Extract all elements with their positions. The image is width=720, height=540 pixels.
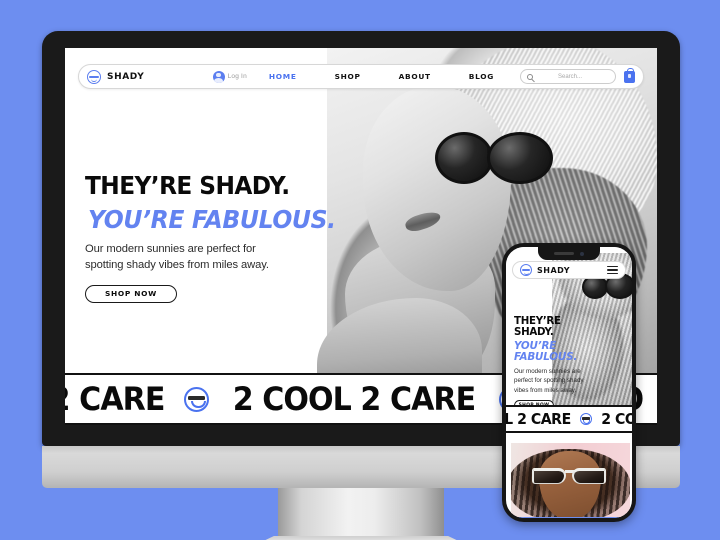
phone-mockup: SHADY THEY’RE SHADY. YOU’RE FABULOUS. Ou… [502, 243, 636, 522]
phone-screen-bottom-fill [506, 517, 632, 518]
phone-marquee-word: 2 COOL 2 [601, 409, 632, 428]
sunglass-lens-left [435, 132, 493, 184]
phone-shop-now-button[interactable]: SHOP NOW [514, 399, 554, 405]
site-navbar: SHADY Log In HOME SHOP ABOUT BLOG Search… [78, 64, 644, 89]
login-button[interactable]: Log In [212, 70, 247, 83]
search-placeholder: Search... [557, 73, 582, 80]
phone-speaker [554, 252, 574, 255]
phone-product-photo [511, 443, 630, 517]
search-input[interactable]: Search... [520, 69, 616, 84]
phone-shop-now-label: SHOP NOW [519, 403, 550, 405]
shop-now-label: SHOP NOW [104, 289, 157, 299]
product-photo-sunglasses [532, 466, 608, 486]
marquee-word: 2 CARE [65, 380, 165, 418]
nav-link-home[interactable]: HOME [269, 72, 297, 81]
nav-link-about[interactable]: ABOUT [399, 72, 431, 81]
screenshot-canvas: SHADY Log In HOME SHOP ABOUT BLOG Search… [0, 0, 720, 540]
marquee-word: 2 COOL 2 CARE [232, 380, 476, 418]
nav-link-blog[interactable]: BLOG [469, 72, 494, 81]
phone-marquee-track: L 2 CARE 2 COOL 2 [506, 409, 632, 428]
shopping-bag-icon[interactable] [624, 67, 635, 83]
hero-photo-sunglasses [435, 132, 563, 184]
sunglasses-circle-icon [87, 69, 101, 84]
phone-camera-icon [580, 251, 584, 256]
sunglasses-circle-icon [520, 264, 532, 276]
hero-headline-line2: YOU’RE FABULOUS. [88, 204, 336, 234]
hero-subhead-line1: Our modern sunnies are perfect for [85, 242, 256, 255]
phone-marquee-banner: L 2 CARE 2 COOL 2 [506, 405, 632, 433]
nav-links: HOME SHOP ABOUT BLOG [269, 72, 494, 81]
monitor-stand-neck [278, 488, 444, 540]
hero-photo-lips [403, 209, 443, 234]
brand-name: SHADY [107, 71, 145, 82]
hamburger-menu-icon[interactable] [607, 265, 618, 275]
phone-subhead-line2: perfect for spotting shady [514, 377, 584, 385]
product-lens-left [532, 468, 566, 484]
phone-brand-name: SHADY [537, 265, 570, 275]
nav-link-shop[interactable]: SHOP [335, 72, 361, 81]
login-label: Log In [227, 73, 247, 80]
phone-notch [538, 247, 600, 260]
shop-now-button[interactable]: SHOP NOW [85, 284, 177, 303]
phone-marquee-word: L 2 CARE [506, 409, 571, 428]
phone-screen: SHADY THEY’RE SHADY. YOU’RE FABULOUS. Ou… [506, 247, 632, 518]
monitor-stand-base [240, 536, 482, 540]
phone-hero-copy: THEY’RE SHADY. YOU’RE FABULOUS. Our mode… [514, 315, 610, 405]
sunglasses-smiley-icon [184, 386, 210, 412]
sunglasses-smiley-icon [579, 413, 592, 425]
sunglass-lens-right [487, 132, 553, 184]
brand-logo[interactable]: SHADY [87, 69, 145, 84]
phone-headline-line2: YOU’RE FABULOUS. [514, 339, 578, 363]
phone-headline-line1: THEY’RE SHADY. [514, 314, 561, 338]
hero-headline-line1: THEY’RE SHADY. [85, 171, 290, 200]
phone-subhead-line1: Our modern sunnies are [514, 368, 581, 375]
product-lens-right [572, 468, 606, 484]
search-icon [527, 73, 533, 80]
hero-subhead-line2: spotting shady vibes from miles away. [85, 258, 269, 271]
phone-navbar: SHADY [512, 261, 626, 279]
hero-copy: THEY’RE SHADY. YOU’RE FABULOUS. Our mode… [85, 173, 385, 303]
user-avatar-icon [212, 70, 225, 83]
phone-subhead-line3: vibes from miles away. [514, 386, 577, 394]
phone-hero: SHADY THEY’RE SHADY. YOU’RE FABULOUS. Ou… [506, 247, 632, 405]
